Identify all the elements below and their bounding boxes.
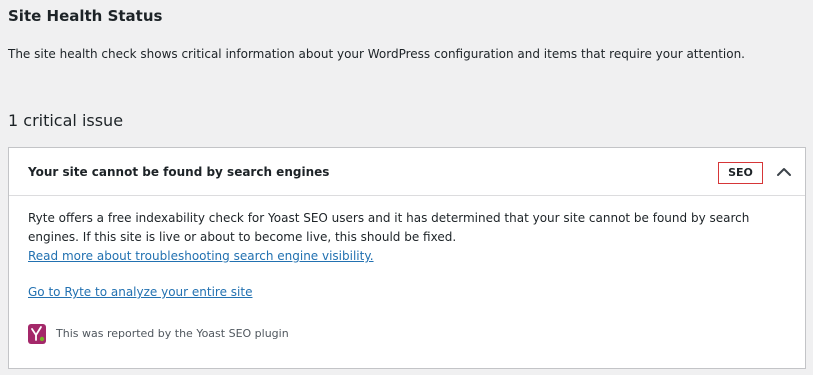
issue-panel: Your site cannot be found by search engi… <box>8 147 806 369</box>
yoast-icon <box>28 324 46 344</box>
troubleshooting-link[interactable]: Read more about troubleshooting search e… <box>28 247 374 266</box>
critical-issues-heading: 1 critical issue <box>8 111 124 130</box>
collapse-toggle-button[interactable] <box>773 161 795 183</box>
issue-header[interactable]: Your site cannot be found by search engi… <box>9 148 805 196</box>
reported-by-text: This was reported by the Yoast SEO plugi… <box>56 327 289 340</box>
issue-title[interactable]: Your site cannot be found by search engi… <box>28 163 329 181</box>
chevron-up-icon <box>777 168 791 176</box>
site-health-intro: The site health check shows critical inf… <box>8 47 745 61</box>
page-title: Site Health Status <box>8 7 163 25</box>
issue-description: Ryte offers a free indexability check fo… <box>28 211 750 244</box>
plugin-reporter: This was reported by the Yoast SEO plugi… <box>28 324 289 344</box>
ryte-analyze-link[interactable]: Go to Ryte to analyze your entire site <box>28 283 252 302</box>
seo-badge: SEO <box>718 162 763 184</box>
